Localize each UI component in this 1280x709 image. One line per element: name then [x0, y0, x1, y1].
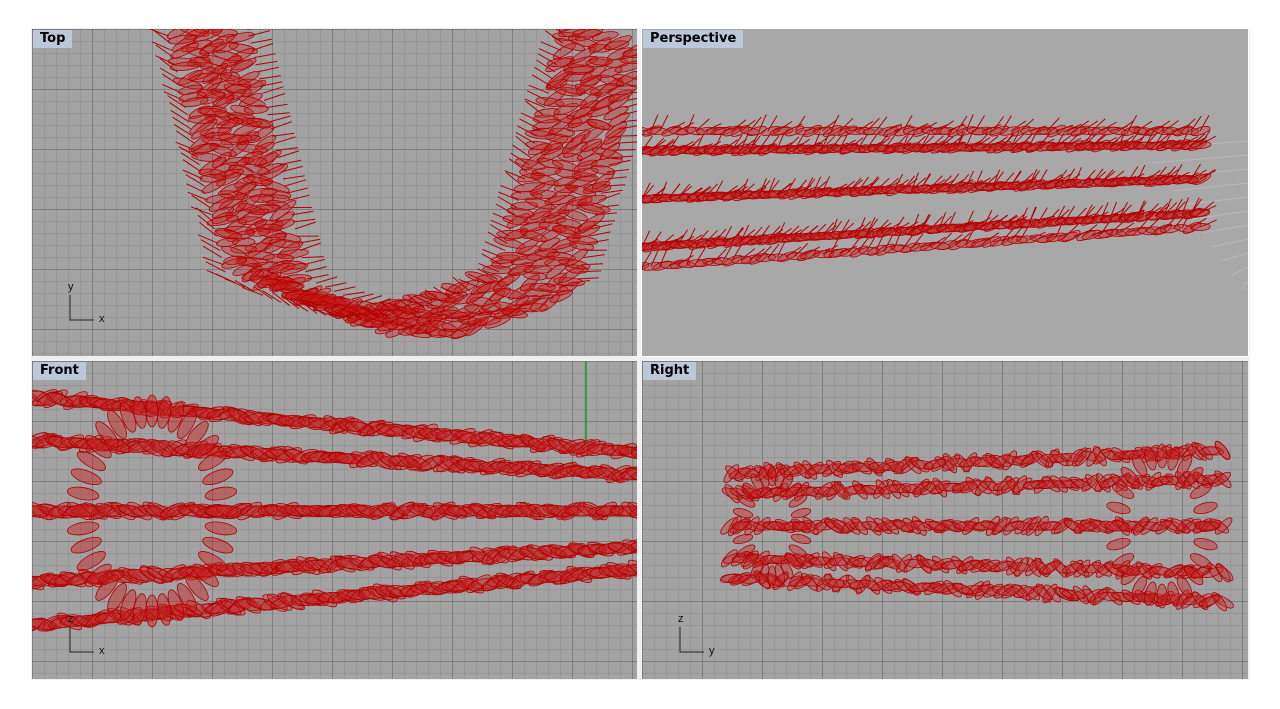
model-geometry-front[interactable]	[32, 361, 637, 679]
axis-icon: z x	[66, 613, 112, 659]
axis-label-z: z	[678, 613, 684, 625]
axis-label-y: y	[68, 281, 74, 293]
axis-label-z: z	[68, 613, 74, 625]
axis-icon: y x	[66, 281, 112, 327]
model-geometry-right[interactable]	[642, 361, 1248, 679]
model-geometry-top[interactable]	[32, 29, 637, 356]
viewport-label-front[interactable]: Front	[33, 362, 86, 380]
viewport-label-right[interactable]: Right	[643, 362, 697, 380]
axis-label-x: x	[99, 313, 105, 325]
viewport-top[interactable]: Top y x	[32, 29, 637, 356]
viewport-layout: Top y x Perspective Front z x Right z y	[31, 28, 1250, 680]
viewport-label-perspective[interactable]: Perspective	[643, 30, 744, 48]
viewport-front[interactable]: Front z x	[32, 361, 637, 679]
axis-label-y: y	[709, 645, 715, 657]
axis-icon: z y	[676, 613, 722, 659]
axis-label-x: x	[99, 645, 105, 657]
model-geometry-perspective[interactable]	[642, 29, 1248, 356]
viewport-right[interactable]: Right z y	[642, 361, 1248, 679]
viewport-perspective[interactable]: Perspective	[641, 28, 1249, 357]
viewport-label-top[interactable]: Top	[33, 30, 73, 48]
